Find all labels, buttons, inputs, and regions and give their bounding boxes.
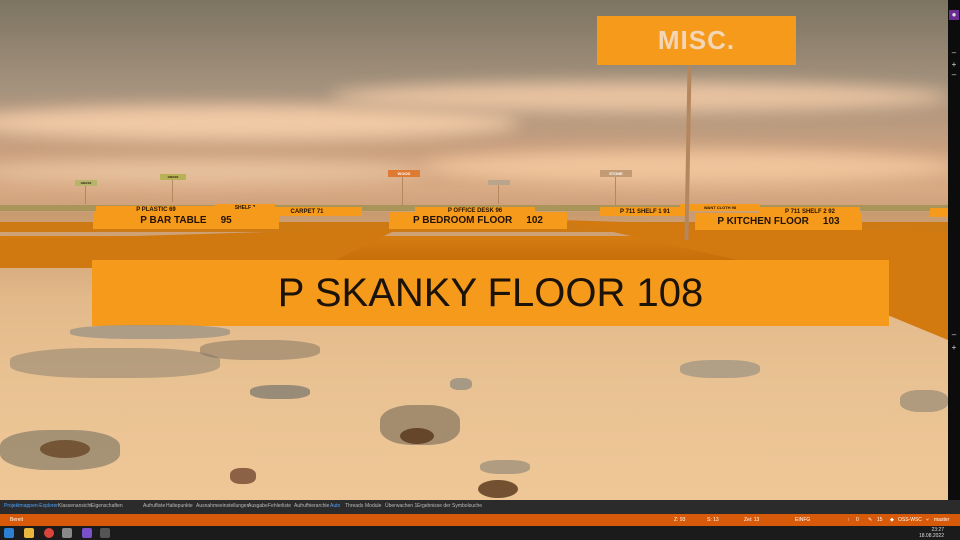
sign-misc: MISC. [597,16,796,65]
status-errors[interactable]: 15 [877,517,883,523]
floor-debris [230,468,256,484]
game-viewport[interactable]: GRASS GRASS WOOD STONE P PLASTIC 69 SHEL… [0,0,948,500]
tab-output[interactable]: Ausgabe [248,503,268,509]
floor-debris [480,460,530,474]
sign-number: 102 [526,215,543,226]
status-repo[interactable]: OSS-WSC [898,517,922,523]
status-line: Z: 93 [674,517,686,523]
floor-debris [680,360,760,378]
zoom-out-icon[interactable]: – [949,70,959,80]
floor-debris [400,428,434,444]
sign-label: P BAR TABLE [140,215,207,226]
tab-call-hierarchy[interactable]: Aufrufhierarchie [294,503,329,509]
windows-taskbar: 23:27 18.08.2022 [0,526,960,540]
sign-label: P BEDROOM FLOOR [413,215,513,226]
collapse-icon[interactable]: – [949,48,959,58]
app-badge-icon[interactable]: ● [949,10,959,20]
status-ready: Bereit [10,517,24,523]
status-char: Zei: 13 [744,517,760,523]
tab-symbol-results[interactable]: Ergebnisse der Symbolsuche [417,503,482,509]
floor-debris [450,378,472,390]
clock-date: 18.08.2022 [918,533,944,539]
status-mode: EINFG [795,517,811,523]
tab-auto[interactable]: Auto [330,503,340,509]
sign-number: 103 [822,216,840,227]
status-bar: Bereit Z: 93 S: 13 Zei: 13 EINFG ↑ 0 ✎ 1… [0,514,960,526]
floor-debris [40,440,90,458]
far-sign: STONE [600,170,632,177]
far-sign-edge [930,208,948,217]
pole [402,177,403,205]
minus-icon[interactable]: – [949,330,959,340]
tab-modules[interactable]: Module [365,503,381,509]
sign-kitchen-floor: P KITCHEN FLOOR 103 [695,213,862,230]
status-master[interactable]: master [934,517,949,523]
tab-call-stack[interactable]: Aufrufliste [143,503,165,509]
far-sign-wantcloth: WANT CLOTH 98 [680,204,760,211]
floor-debris [10,348,220,378]
tab-class-view[interactable]: Klassenansicht [58,503,92,509]
status-up-arrow-icon[interactable]: ↑ [847,517,850,523]
far-sign: GRASS [160,174,186,180]
status-column: S: 13 [707,517,719,523]
far-sign-711-shelf1: P 711 SHELF 1 91 [600,207,690,216]
tab-threads[interactable]: Threads [345,503,363,509]
tab-properties[interactable]: Eigenschaften [91,503,123,509]
chrome-icon[interactable] [44,528,54,538]
floor-debris [70,325,230,339]
sign-label: P KITCHEN FLOOR [717,216,809,227]
status-up-count[interactable]: 0 [856,517,859,523]
far-sign: WOOD [388,170,420,177]
game-viewer-icon[interactable] [100,528,110,538]
far-sign [488,180,510,185]
app-icon[interactable] [62,528,72,538]
pole [498,184,499,204]
sign-number: 95 [220,215,232,226]
taskbar-clock[interactable]: 23:27 18.08.2022 [919,527,944,539]
file-explorer-icon[interactable] [24,528,34,538]
floor-debris [900,390,948,412]
sky-cloud [330,82,948,112]
sky-cloud [420,150,948,184]
tab-watch-1[interactable]: Überwachen 1 [385,503,417,509]
status-branch-icon[interactable]: ◆ [890,517,894,523]
pole [615,177,616,205]
sign-skanky-floor: P SKANKY FLOOR 108 [92,260,889,326]
right-side-toolbar: ● – + – – + [948,0,960,500]
tool-window-tabs: Projektmappen-Explorer Klassenansicht Ei… [0,500,960,514]
tab-solution-explorer[interactable]: Projektmappen-Explorer [4,503,58,509]
visual-studio-icon[interactable] [82,528,92,538]
zoom-in-icon[interactable]: + [949,60,959,70]
sign-bar-table: P BAR TABLE 95 [93,212,279,229]
floor-debris [250,385,310,399]
plus-icon[interactable]: + [949,343,959,353]
floor-debris [478,480,518,498]
tab-exception-settings[interactable]: Ausnahmeeinstellungen [196,503,249,509]
pole [85,186,86,204]
status-pencil-icon[interactable]: ✎ [868,517,872,523]
floor-debris [200,340,320,360]
start-icon[interactable] [4,528,14,538]
far-sign: GRASS [75,180,97,186]
sky-cloud [0,160,430,184]
sign-bedroom-floor: P BEDROOM FLOOR 102 [389,212,567,229]
status-git-icon[interactable]: ⑂ [926,517,929,523]
sky-cloud [0,105,520,141]
tab-breakpoints[interactable]: Haltepunkte [166,503,193,509]
pole [172,180,173,202]
tab-error-list[interactable]: Fehlerliste [268,503,291,509]
